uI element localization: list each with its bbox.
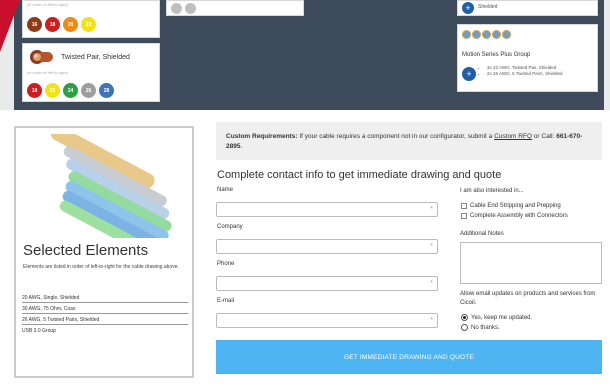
add-icon[interactable]: + [462,2,474,14]
name-label: Name [217,187,234,193]
awg-option[interactable] [171,3,182,14]
custom-rfq-link[interactable]: Custom RFQ [494,133,532,140]
selected-list: 20 AWG, Single, Shielded 30 AWG, 75 Ohm,… [22,292,188,336]
phone-input[interactable]: * [216,276,438,291]
company-label: Company [217,224,243,230]
company-input[interactable]: * [216,239,438,254]
selected-title: Selected Elements [23,242,149,259]
card-hint: (in order of left-to-right) [27,70,68,75]
connector-icon [482,30,491,39]
interest-option[interactable]: Cable End Stripping and Prepping [461,203,561,209]
email-label: E-mail [217,298,235,304]
required-mark: * [430,206,433,213]
cable-option-card[interactable]: + Shielded [457,0,598,16]
connector-icon [502,30,511,39]
group-items: 3x 22 AWG, Twisted Pair, Shielded 2x 26 … [482,65,563,77]
card-hint: (in order of left-to-right) [27,2,68,7]
form-title: Complete contact info to get immediate d… [217,169,502,181]
name-input[interactable]: * [216,202,438,217]
card-title: Twisted Pair, Shielded [61,54,130,61]
selected-item[interactable]: 30 AWG, 75 Ohm, Coax [22,303,188,314]
option-dots [171,3,196,14]
awg-option[interactable]: 16 [27,17,42,32]
awg-option[interactable]: 26 [81,83,96,98]
radio-no-option[interactable]: No thanks. [461,324,500,331]
radio-no-label: No thanks. [471,324,500,331]
awg-option[interactable] [185,3,196,14]
selected-item[interactable]: USB 3.0 Group [22,325,188,336]
custom-bold: Custom Requirements: [226,133,298,140]
interest-title: I am also interested in... [460,188,524,194]
required-mark: * [430,280,433,287]
awg-option[interactable]: 22 [45,83,60,98]
group-icons [462,30,511,39]
plus-icon[interactable]: + [462,67,476,81]
twisted-pair-card[interactable]: Twisted Pair, Shielded (in order of left… [22,43,160,102]
motion-series-card[interactable]: Motion Series Plus Group + 3x 22 AWG, Tw… [457,24,598,92]
phone-label: Phone [217,261,235,267]
connector-icon [462,30,471,39]
brand-corner [0,0,20,52]
radio-no[interactable] [461,324,468,331]
awg-dots: 18 22 24 26 28 [27,83,114,98]
custom-after: or Call: [532,133,557,140]
cable-option-card[interactable] [166,0,304,16]
interest-option[interactable]: Complete Assembly with Connectors [461,213,568,219]
cable-drawing-icon [50,134,172,238]
awg-option[interactable]: 20 [63,17,78,32]
page: (in order of left-to-right) 16 18 20 22 … [0,0,610,386]
checkbox[interactable] [461,203,467,209]
selected-item[interactable]: 26 AWG, 5 Twisted Pairs, Shielded [22,314,188,325]
card-title: Motion Series Plus Group [462,52,531,58]
notes-label: Additional Notes [460,231,504,237]
custom-requirements-text: Custom Requirements: If your cable requi… [226,132,596,152]
awg-option[interactable]: 28 [99,83,114,98]
selected-description: Elements are listed in order of left-to-… [23,264,179,270]
group-item: 2x 26 AWG, 5 Twisted Pairs, Shielded [487,71,563,77]
card-subtitle: Shielded [478,4,498,10]
awg-option[interactable]: 24 [63,83,78,98]
awg-option[interactable]: 22 [81,17,96,32]
cable-option-card[interactable]: (in order of left-to-right) 16 18 20 22 [22,0,160,38]
connector-icon [472,30,481,39]
awg-option[interactable]: 18 [45,17,60,32]
radio-yes-option[interactable]: Yes, keep me updated. [461,314,532,321]
checkbox[interactable] [461,213,467,219]
radio-yes-label: Yes, keep me updated. [471,314,533,321]
custom-end: . [240,143,243,150]
notes-textarea[interactable] [460,242,602,284]
awg-dots: 16 18 20 22 [27,17,96,32]
awg-option[interactable]: 18 [27,83,42,98]
submit-quote-button[interactable]: GET IMMEDIATE DRAWING AND QUOTE [216,340,602,374]
custom-requirements-box: Custom Requirements: If your cable requi… [216,122,602,160]
selected-elements-panel: Selected Elements Elements are listed in… [14,126,194,378]
email-input[interactable]: * [216,313,438,328]
email-updates-label: Allow email updates on products and serv… [460,291,596,306]
required-mark: * [430,317,433,324]
twisted-pair-cable-icon [30,50,53,64]
required-mark: * [430,243,433,250]
interest-label: Complete Assembly with Connectors [470,213,568,219]
custom-text: If your cable requires a component not i… [297,133,495,140]
connector-icon [492,30,501,39]
selected-item[interactable]: 20 AWG, Single, Shielded [22,292,188,303]
radio-yes[interactable] [461,314,468,321]
interest-label: Cable End Stripping and Prepping [470,203,561,209]
